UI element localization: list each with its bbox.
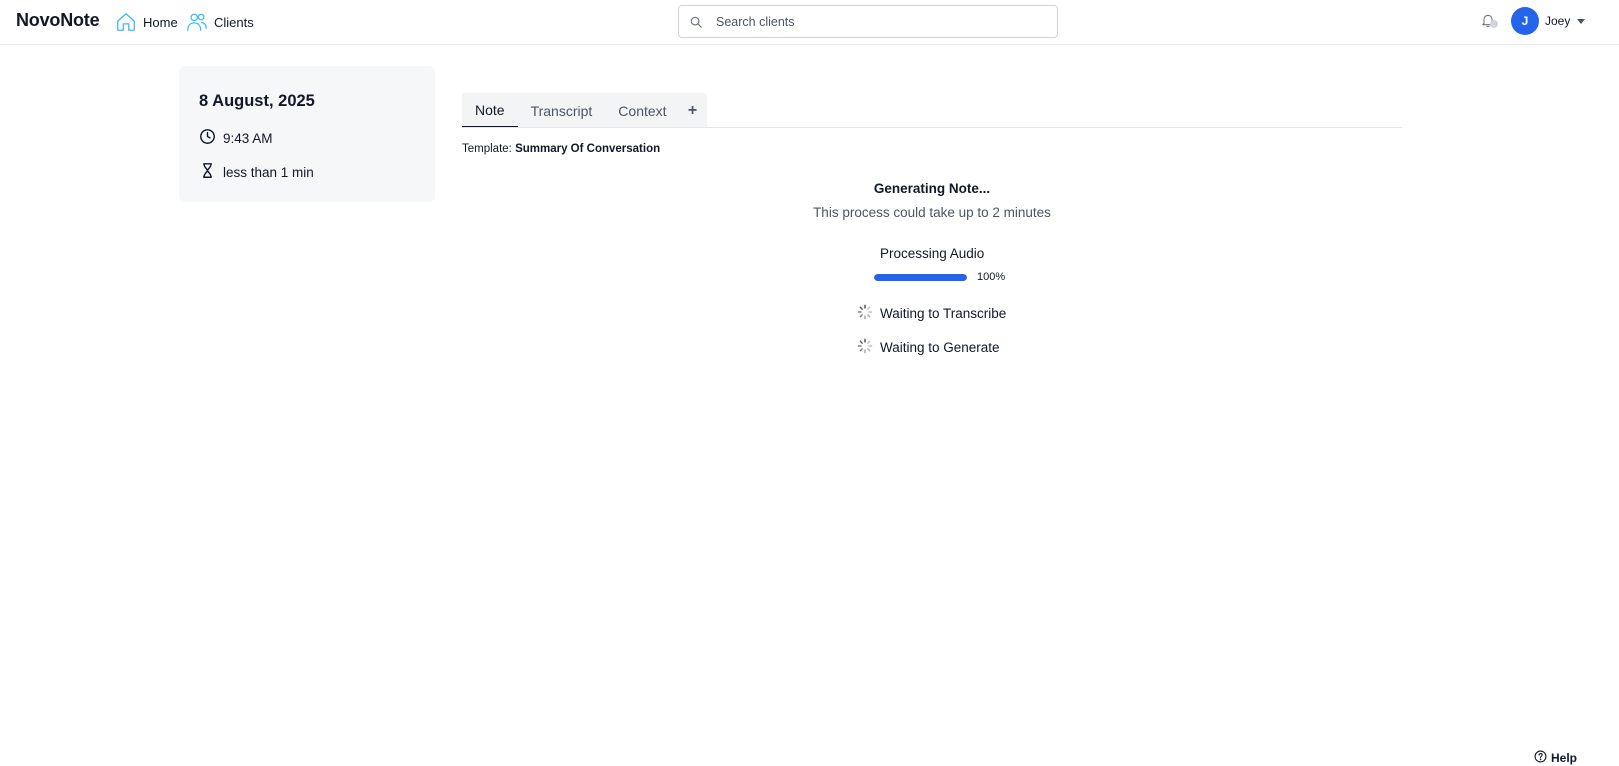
session-time-row: 9:43 AM [199,128,273,148]
help-button[interactable]: Help [1534,750,1577,766]
help-icon [1534,750,1547,766]
tab-transcript[interactable]: Transcript [518,93,606,128]
hourglass-icon [199,162,216,182]
generating-subtitle: This process could take up to 2 minutes [813,205,1051,220]
user-avatar[interactable]: J [1511,7,1539,35]
session-time: 9:43 AM [223,130,273,146]
processing-audio-label: Processing Audio [880,246,985,261]
progress-fill [874,274,967,281]
clock-icon [199,128,216,148]
template-name[interactable]: Summary Of Conversation [515,143,660,155]
add-tab-button[interactable]: + [680,93,706,128]
template-prefix: Template: [462,143,512,155]
spinner-icon [857,338,873,357]
template-line: Template: Summary Of Conversation [462,143,660,155]
spinner-icon [857,304,873,323]
nav-clients-label: Clients [214,14,254,30]
brand-logo[interactable]: NovoNote [16,10,100,31]
tabs-divider [462,127,1402,128]
waiting-transcribe-label: Waiting to Transcribe [880,306,1007,321]
tab-note[interactable]: Note [462,93,518,128]
user-name[interactable]: Joey [1545,14,1570,28]
note-tabs: Note Transcript Context + [462,93,707,128]
notification-badge [1490,20,1498,28]
session-duration-row: less than 1 min [199,162,314,182]
notifications-button[interactable] [1480,11,1500,31]
waiting-generate-row: Waiting to Generate [857,338,1000,357]
search-box [678,5,1058,38]
chevron-down-icon[interactable] [1577,19,1585,24]
generating-title: Generating Note... [873,181,991,196]
top-navigation-bar: NovoNote Home Clients Search clients J J… [0,0,1619,45]
progress-percent: 100% [977,271,1006,283]
tab-context[interactable]: Context [605,93,679,128]
search-input[interactable] [716,6,1046,37]
processing-audio-progress [874,274,967,281]
session-date: 8 August, 2025 [199,92,315,110]
users-icon [186,11,208,33]
nav-home-label: Home [143,14,178,30]
waiting-generate-label: Waiting to Generate [880,340,1000,355]
home-icon [115,11,137,33]
session-duration: less than 1 min [223,164,314,180]
search-icon [689,15,703,34]
nav-home-link[interactable]: Home [115,10,178,34]
waiting-transcribe-row: Waiting to Transcribe [857,304,1006,323]
help-label: Help [1551,751,1578,765]
nav-clients-link[interactable]: Clients [186,10,254,34]
